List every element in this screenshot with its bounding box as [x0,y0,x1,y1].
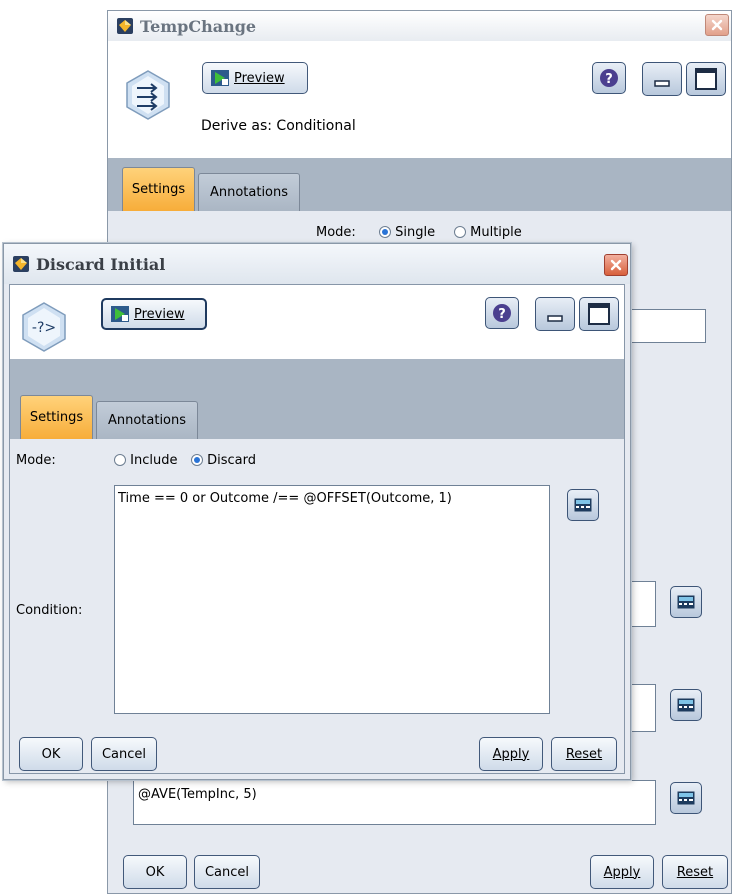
ok-label: OK [145,864,165,880]
radio-label: Include [130,453,178,468]
help-button[interactable]: ? [485,297,519,329]
node-description: Derive as: Conditional [201,118,356,134]
tab-settings[interactable]: Settings [122,167,195,211]
radio-label: Single [395,225,436,240]
tab-annotations-label: Annotations [209,185,289,200]
tab-annotations[interactable]: Annotations [198,173,300,211]
preview-button[interactable]: Preview [101,298,207,330]
tab-annotations[interactable]: Annotations [96,401,198,439]
cancel-button[interactable]: Cancel [194,855,260,889]
tab-bar: Settings Annotations [10,359,624,439]
tab-settings[interactable]: Settings [20,395,93,439]
radio-label: Multiple [470,225,522,240]
expression-builder-button[interactable] [670,689,702,721]
reset-label: Reset [565,746,603,762]
maximize-icon [588,303,610,325]
calculator-icon [677,698,695,712]
preview-button[interactable]: Preview [202,62,308,94]
condition-label: Condition: [16,603,83,618]
apply-label: Apply [492,746,530,762]
expression-builder-button[interactable] [567,489,599,521]
preview-label: Preview [134,306,185,322]
maximize-button[interactable] [579,297,619,331]
svg-text:?: ? [498,307,506,322]
mode-label: Mode: [316,225,356,240]
discard-initial-content: -?> Preview ? Settings Annotations Mode:… [9,284,625,774]
reset-button[interactable]: Reset [662,855,728,889]
node-diamond-icon [13,256,29,272]
node-header: -?> Preview ? [10,285,624,359]
tab-bar: Settings Annotations [108,158,731,211]
tab-annotations-label: Annotations [107,413,187,428]
close-button[interactable] [604,254,628,276]
preview-label: Preview [234,70,285,86]
minimize-button[interactable] [535,297,575,331]
expression-builder-button[interactable] [670,586,702,618]
maximize-icon [695,68,717,90]
mode-multiple-radio[interactable]: Multiple [454,225,522,240]
calculator-icon [677,595,695,609]
reset-label: Reset [676,864,714,880]
window-title: Discard Initial [36,254,166,274]
node-header: Preview ? Derive as: Conditional [108,41,731,158]
else-expression: @AVE(TempInc, 5) [138,787,257,802]
calculator-icon [677,791,695,805]
mode-single-radio[interactable]: Single [379,225,435,240]
tempchange-titlebar[interactable]: TempChange [108,11,731,41]
tab-settings-label: Settings [29,410,84,425]
ok-button[interactable]: OK [123,855,187,889]
mode-label: Mode: [16,453,56,468]
cancel-button[interactable]: Cancel [91,737,157,771]
radio-icon [379,226,391,238]
condition-text: Time == 0 or Outcome /== @OFFSET(Outcome… [118,491,452,506]
close-button[interactable] [705,14,729,36]
radio-label: Discard [207,453,257,468]
radio-icon [191,454,203,466]
calculator-icon [574,498,592,512]
maximize-button[interactable] [686,62,726,96]
close-icon [711,19,723,31]
minimize-icon [547,315,563,322]
help-button[interactable]: ? [592,62,626,94]
ok-button[interactable]: OK [19,737,83,771]
minimize-button[interactable] [642,62,682,96]
select-node-icon: -?> [22,302,66,352]
condition-textarea[interactable]: Time == 0 or Outcome /== @OFFSET(Outcome… [114,485,550,714]
discard-initial-titlebar[interactable]: Discard Initial [4,244,630,284]
discard-initial-window: Discard Initial -?> Preview ? Settings A… [3,243,631,780]
preview-play-icon [211,70,229,86]
node-diamond-icon [117,18,133,34]
mode-include-radio[interactable]: Include [114,453,177,468]
minimize-icon [654,80,670,87]
svg-text:?: ? [605,72,613,87]
close-icon [610,259,622,271]
else-input[interactable]: @AVE(TempInc, 5) [133,780,656,825]
apply-button[interactable]: Apply [479,737,543,771]
apply-label: Apply [603,864,641,880]
window-title: TempChange [140,16,257,36]
cancel-label: Cancel [204,864,250,880]
derive-node-icon [126,70,170,120]
svg-text:-?>: -?> [32,320,56,336]
preview-play-icon [111,306,129,322]
help-icon: ? [600,69,618,87]
radio-icon [114,454,126,466]
mode-discard-radio[interactable]: Discard [191,453,256,468]
expression-builder-button[interactable] [670,782,702,814]
tab-settings-label: Settings [131,182,186,197]
reset-button[interactable]: Reset [551,737,617,771]
ok-label: OK [41,746,61,762]
apply-button[interactable]: Apply [590,855,654,889]
radio-icon [454,226,466,238]
cancel-label: Cancel [101,746,147,762]
help-icon: ? [493,304,511,322]
